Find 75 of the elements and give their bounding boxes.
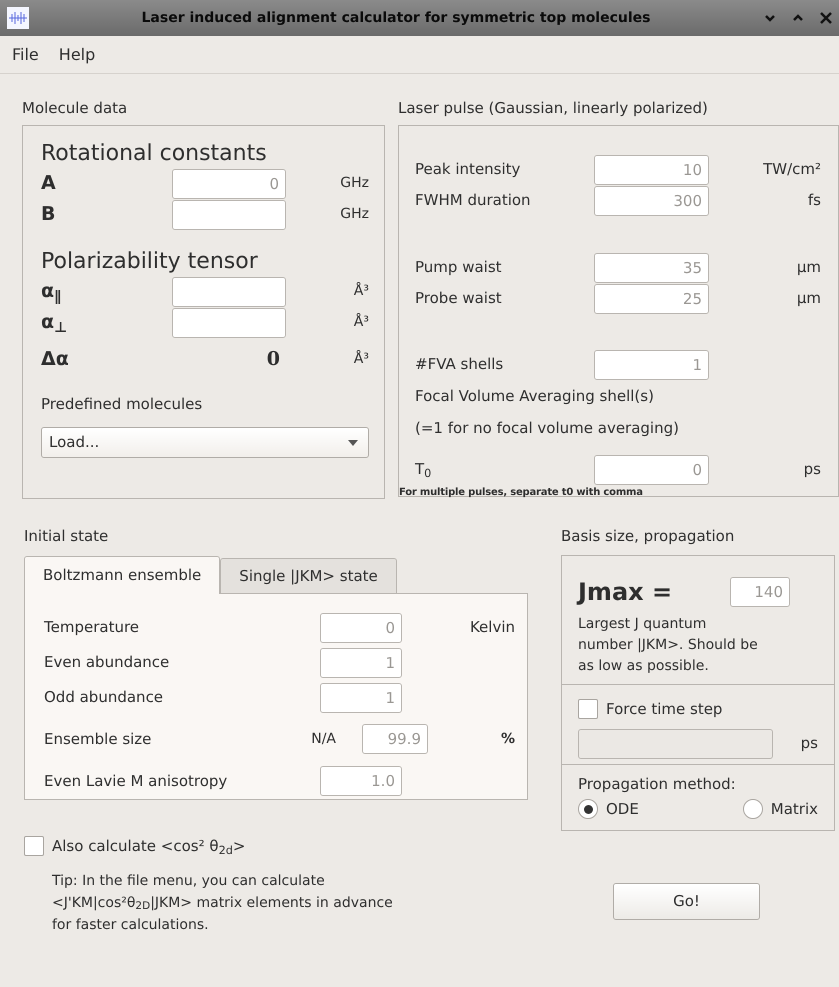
field-label: A [41, 171, 57, 196]
field-label: B [41, 202, 56, 228]
description-text: Largest J quantum number |JKM>. Should be as low as possible. [578, 615, 758, 676]
checkbox[interactable] [24, 836, 44, 856]
menu-item[interactable]: File [4, 40, 47, 68]
input-field[interactable] [172, 276, 286, 306]
menu-item[interactable]: Help [50, 40, 104, 68]
checkbox-label: Also calculate <cos² θ$_{2d}$> [52, 836, 246, 858]
status-text: N/A [310, 730, 337, 748]
caret-icon [348, 440, 358, 446]
tab[interactable]: Boltzmann ensemble [24, 556, 220, 594]
go-button[interactable]: Go! [613, 883, 760, 920]
unit-label: Kelvin [468, 617, 515, 638]
note-text: (=1 for no focal volume averaging) [415, 418, 680, 439]
unit-label: % [500, 730, 515, 748]
field-label: Even abundance [44, 652, 170, 674]
checkbox-label: Force time step [606, 699, 722, 720]
field-label: Propagation method: [578, 774, 737, 794]
input-field[interactable]: 1.0 [320, 766, 402, 796]
input-field[interactable]: 35 [594, 252, 709, 282]
tip-text: Tip: In the file menu, you can calculate <J'KM|cos²θ$_{2D}$|JKM> matrix elements in advance for faster calculations. [52, 872, 394, 934]
section-label: Molecule data [22, 98, 128, 119]
section-label: Initial state [24, 526, 110, 547]
field-label: Peak intensity [415, 159, 522, 180]
field-label: T$_{0}$ [415, 459, 432, 481]
field-label: α$_{∥}$ [41, 279, 62, 306]
field-label: Temperature [44, 617, 140, 638]
field-label: Odd abundance [44, 687, 164, 708]
unit-label: TW/cm² [762, 159, 821, 180]
section-heading: Rotational constants [41, 140, 268, 168]
input-field[interactable]: 1 [320, 648, 402, 678]
input-field[interactable]: 99.9 [362, 724, 428, 754]
radio-option[interactable]: ODE [578, 798, 639, 820]
unit-label: Å³ [352, 312, 369, 332]
section-label: Laser pulse (Gaussian, linearly polarized) [398, 98, 709, 119]
field-label: Probe waist [415, 288, 503, 310]
unit-label: GHz [339, 205, 369, 224]
input-field[interactable]: 140 [730, 577, 790, 607]
input-field[interactable]: 0 [320, 612, 402, 642]
input-field[interactable]: 1 [320, 682, 402, 712]
jmax-label: Jmax = [578, 577, 674, 608]
unit-label: GHz [339, 174, 369, 193]
unit-label: ps [802, 459, 821, 480]
radio-option[interactable]: Matrix [742, 798, 818, 820]
input-field[interactable] [172, 200, 286, 230]
input-field[interactable]: 1 [594, 350, 709, 380]
unit-label: Å³ [352, 281, 369, 301]
window-title: Laser induced alignment calculator for symmetric top molecules [140, 8, 652, 28]
unit-label: Å³ [352, 349, 369, 369]
value-text: 0 [266, 347, 281, 372]
app-icon [7, 7, 29, 29]
unit-label: fs [806, 190, 821, 212]
field-label: α$_{⊥}$ [41, 310, 68, 337]
unit-label: µm [796, 257, 821, 278]
unit-label: ps [800, 733, 818, 754]
field-label: #FVA shells [415, 354, 504, 376]
field-label: Δα [41, 347, 70, 372]
footnote-text: For multiple pulses, separate t0 with comma [399, 487, 643, 499]
field-label: Even Lavie M anisotropy [44, 770, 228, 792]
input-field[interactable]: 300 [594, 186, 709, 216]
input-field[interactable]: 0 [172, 168, 286, 198]
field-label: Pump waist [415, 257, 503, 278]
field-label: FWHM duration [415, 190, 532, 212]
close-icon[interactable] [819, 11, 833, 25]
input-field[interactable]: 0 [594, 454, 709, 484]
input-field[interactable]: 25 [594, 284, 709, 314]
unit-label: µm [796, 288, 821, 310]
input-field[interactable] [172, 308, 286, 338]
field-label: Predefined molecules [41, 394, 204, 415]
input-field[interactable]: 10 [594, 154, 709, 184]
dropdown[interactable]: Load... [41, 427, 369, 458]
section-label: Basis size, propagation [561, 526, 736, 547]
note-text: Focal Volume Averaging shell(s) [415, 386, 655, 407]
tab[interactable]: Single |JKM> state [220, 558, 397, 593]
section-heading: Polarizability tensor [41, 248, 259, 276]
